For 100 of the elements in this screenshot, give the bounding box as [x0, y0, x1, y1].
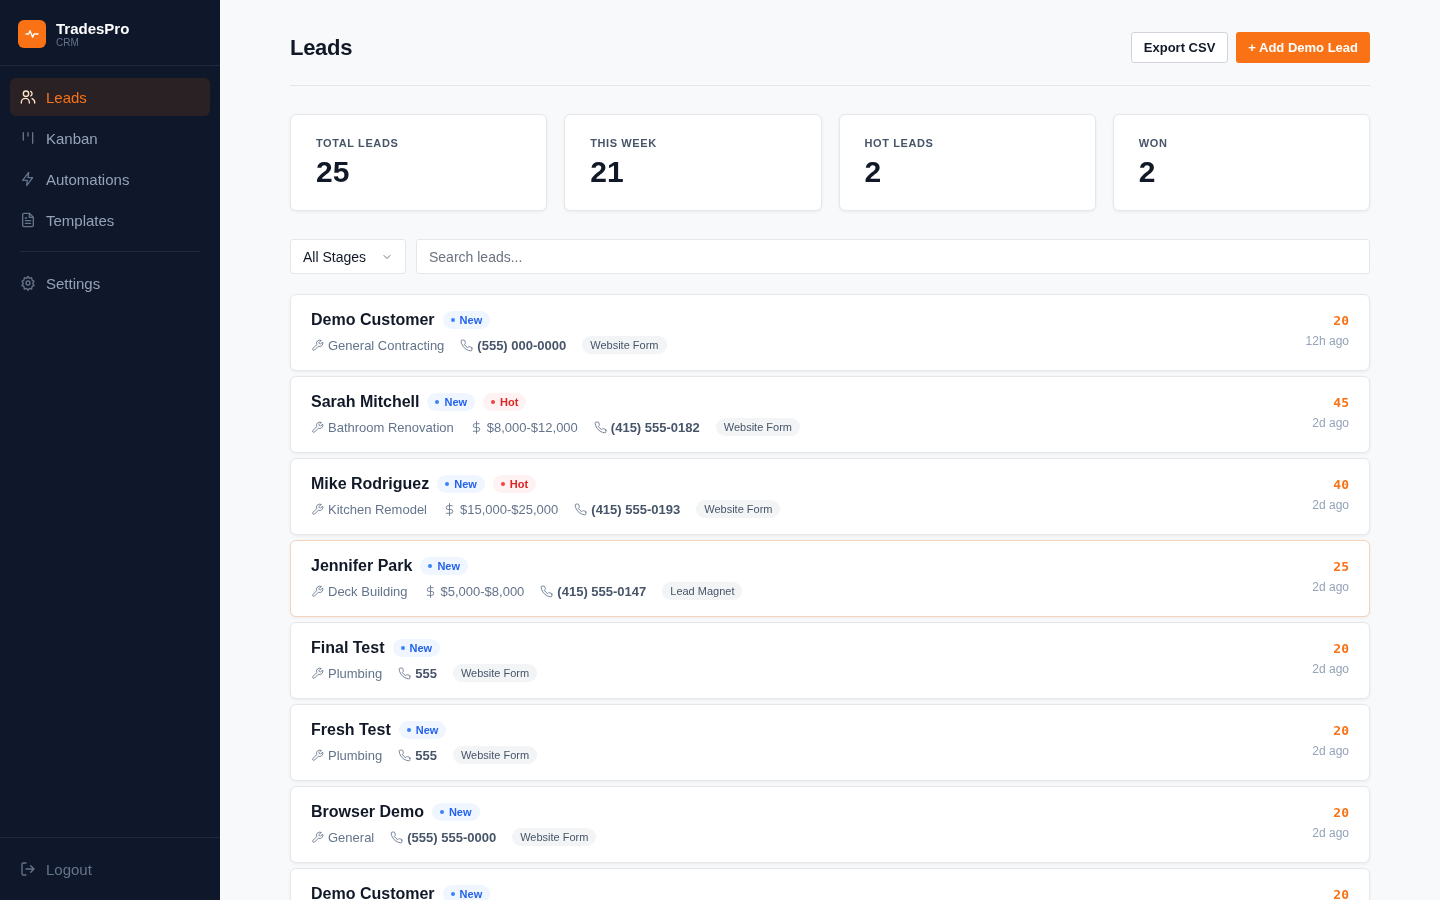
lead-name: Jennifer Park	[311, 557, 413, 575]
stat-label: WON	[1138, 137, 1169, 149]
source-tag: Website Form	[452, 746, 538, 764]
lightning-icon	[20, 171, 36, 187]
stage-dropdown[interactable]: All Stages	[290, 239, 406, 274]
lead-card[interactable]: Sarah Mitchell New Hot Bathroom Renovation $8,000-$12,000 (415) 555-0182 Website Form 45 2d ago	[290, 376, 1370, 453]
wrench-icon	[311, 338, 324, 352]
lead-score: 20	[1333, 641, 1349, 656]
stat-value: 2	[864, 155, 883, 189]
phone-icon	[460, 338, 474, 352]
trade-type: Bathroom Renovation	[328, 419, 454, 435]
wrench-icon	[311, 502, 324, 516]
trade-type: Plumbing	[328, 747, 383, 763]
status-tag: New	[442, 885, 491, 900]
status-tag: New	[442, 311, 491, 329]
status-tag: Hot	[483, 393, 527, 411]
phone-number: 555	[415, 747, 437, 763]
phone-number: (555) 000-0000	[477, 337, 567, 353]
status-tag: New	[427, 393, 476, 411]
source-tag: Website Form	[582, 336, 667, 354]
lead-card[interactable]: Fresh Test New Plumbing 555 Website Form 20 2d ago	[290, 704, 1370, 781]
logout-icon	[20, 861, 36, 877]
phone-number: (415) 555-0193	[591, 501, 681, 517]
app-subtitle: CRM	[56, 37, 80, 48]
status-tag: New	[431, 803, 480, 821]
source-tag: Website Form	[715, 418, 800, 436]
users-icon	[20, 89, 36, 105]
nav-item[interactable]: Leads	[10, 78, 210, 116]
lead-age: 12h ago	[1305, 334, 1349, 348]
source-tag: Lead Magnet	[662, 582, 743, 600]
lead-age: 2d ago	[1312, 416, 1349, 430]
source-tag: Website Form	[696, 500, 781, 518]
phone-number: (415) 555-0182	[610, 419, 700, 435]
lead-age: 2d ago	[1312, 498, 1349, 512]
lead-score: 45	[1333, 395, 1349, 410]
phone-icon	[390, 830, 404, 844]
search-field[interactable]: Search leads...	[416, 239, 1370, 274]
stat-label: HOT LEADS	[864, 137, 935, 149]
budget-range: $8,000-$12,000	[486, 419, 578, 435]
lead-card[interactable]: Mike Rodriguez New Hot Kitchen Remodel $15,000-$25,000 (415) 555-0193 Website Form 40 2d ago	[290, 458, 1370, 535]
stat-value: 21	[590, 155, 625, 189]
stat-label: THIS WEEK	[590, 137, 658, 149]
lead-age: 2d ago	[1312, 662, 1349, 676]
lead-age: 2d ago	[1312, 580, 1349, 594]
status-tag: New	[392, 639, 441, 657]
lead-score: 20	[1333, 805, 1349, 820]
stat-label: TOTAL LEADS	[316, 137, 400, 149]
nav-item[interactable]: Automations	[10, 160, 210, 198]
trade-type: General	[328, 829, 375, 845]
lead-score: 20	[1333, 723, 1349, 738]
lead-score: 25	[1333, 559, 1349, 574]
lead-card[interactable]: Demo Customer New General Contracting (555) 000-0000 Website Form 20 12h ago	[290, 294, 1370, 371]
logout-link[interactable]: Logout	[10, 850, 210, 888]
page-title: Leads	[290, 34, 353, 61]
logo-icon	[18, 20, 46, 48]
lead-card[interactable]: Demo Customer New 20	[290, 868, 1370, 900]
trade-type: Deck Building	[328, 583, 408, 599]
wrench-icon	[311, 584, 324, 598]
lead-card[interactable]: Final Test New Plumbing 555 Website Form 20 2d ago	[290, 622, 1370, 699]
status-tag: New	[437, 475, 485, 493]
status-tag: New	[398, 721, 447, 739]
lead-name: Demo Customer	[311, 885, 435, 900]
export-button[interactable]: Export CSV	[1130, 32, 1229, 63]
phone-icon	[574, 502, 588, 516]
status-tag: Hot	[492, 475, 537, 493]
budget-range: $15,000-$25,000	[460, 501, 559, 517]
nav-item[interactable]: Settings	[10, 264, 210, 302]
nav-item[interactable]: Kanban	[10, 119, 210, 157]
document-icon	[20, 212, 36, 228]
lead-name: Browser Demo	[311, 803, 424, 821]
settings-icon	[20, 275, 36, 291]
lead-age: 2d ago	[1312, 826, 1349, 840]
dollar-icon	[443, 502, 456, 516]
lead-age: 2d ago	[1312, 744, 1349, 758]
source-tag: Website Form	[452, 664, 538, 682]
trade-type: Plumbing	[328, 665, 383, 681]
phone-icon	[540, 584, 554, 598]
stat-value: 25	[316, 155, 351, 189]
app-name: TradesPro	[56, 20, 130, 37]
phone-icon	[593, 420, 607, 434]
phone-number: 555	[415, 665, 437, 681]
lead-card[interactable]: Jennifer Park New Deck Building $5,000-$8,000 (415) 555-0147 Lead Magnet 25 2d ago	[290, 540, 1370, 617]
phone-icon	[398, 748, 412, 762]
phone-icon	[398, 666, 412, 680]
lead-score: 40	[1333, 477, 1349, 492]
lead-name: Demo Customer	[311, 311, 435, 329]
wrench-icon	[311, 748, 324, 762]
lead-score: 20	[1333, 887, 1349, 900]
stat-value: 2	[1138, 155, 1157, 189]
wrench-icon	[311, 830, 324, 844]
phone-number: (555) 555-0000	[407, 829, 497, 845]
lead-name: Mike Rodriguez	[311, 475, 430, 493]
lead-name: Sarah Mitchell	[311, 393, 420, 411]
wrench-icon	[311, 666, 324, 680]
lead-score: 20	[1333, 313, 1349, 328]
budget-range: $5,000-$8,000	[440, 583, 525, 599]
phone-number: (415) 555-0147	[557, 583, 647, 599]
lead-card[interactable]: Browser Demo New General (555) 555-0000 Website Form 20 2d ago	[290, 786, 1370, 863]
nav-item[interactable]: Templates	[10, 201, 210, 239]
lead-name: Final Test	[311, 639, 385, 657]
